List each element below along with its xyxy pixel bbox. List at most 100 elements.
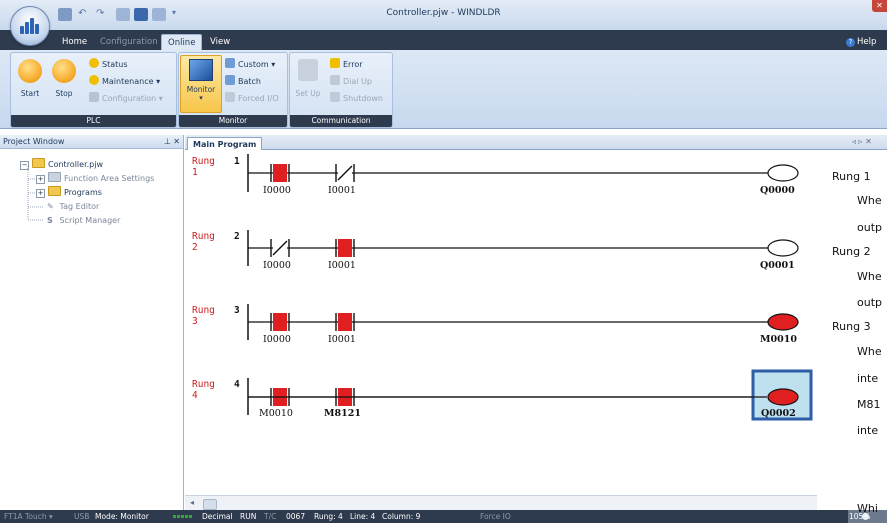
coil	[767, 313, 799, 331]
horizontal-scrollbar[interactable]: ◂	[185, 495, 817, 511]
start-icon	[18, 59, 42, 83]
explanation-line: Whe	[857, 270, 882, 283]
status-label: Status	[102, 60, 128, 69]
tab-home[interactable]: Home	[56, 34, 93, 50]
communication-group: Set Up Error Dial Up Shutdown Communicat…	[289, 52, 393, 128]
wrench-icon	[89, 92, 99, 102]
rung-2-label: Rung 2	[192, 231, 215, 253]
tree-item-script-manager[interactable]: S Script Manager	[47, 214, 120, 227]
monitor-group: Monitor ▾ Custom ▾ Batch Forced I/O Moni…	[178, 52, 288, 128]
operand-label: I0001	[328, 185, 356, 196]
explanation-line: Whi	[857, 502, 878, 515]
stop-label: Stop	[55, 89, 73, 98]
device-selector[interactable]: FT1A Touch ▾	[4, 510, 53, 523]
dial-up-button[interactable]: Dial Up	[330, 75, 372, 89]
count-status: 0067	[286, 512, 306, 521]
window-title: Controller.pjw - WINDLDR	[386, 8, 501, 18]
coil	[767, 164, 799, 182]
maintenance-label: Maintenance	[102, 77, 154, 86]
tree-root-label: Controller.pjw	[48, 160, 104, 169]
tab-online[interactable]: Online	[161, 34, 203, 51]
port-status: USB	[74, 512, 90, 521]
help-icon: ?	[846, 38, 855, 47]
configuration-button[interactable]: Configuration ▾	[89, 92, 163, 106]
tc-status: T/C	[264, 512, 277, 521]
tab-configuration[interactable]: Configuration	[94, 34, 164, 50]
tree-item-label: Script Manager	[59, 216, 121, 225]
column-status: Column: 9	[382, 512, 421, 521]
shutdown-label: Shutdown	[343, 94, 383, 103]
help-menu[interactable]: ?Help ▾	[840, 34, 887, 63]
scroll-thumb[interactable]	[203, 499, 217, 510]
tree-item-label: Programs	[64, 188, 102, 197]
tab-scroll-icons[interactable]: ◃ ▹ ✕	[852, 137, 872, 146]
custom-icon	[225, 58, 235, 68]
tree-item-label: Function Area Settings	[64, 174, 155, 183]
activity-indicator	[173, 515, 193, 518]
close-button[interactable]: ✕	[872, 0, 887, 12]
setup-label: Set Up	[295, 89, 321, 98]
explanation-line: inte	[857, 424, 879, 437]
explanation-line: M81	[857, 398, 881, 411]
line-status: Line: 4	[350, 512, 376, 521]
explanation-line: inte	[857, 372, 879, 385]
shutdown-icon	[330, 92, 340, 102]
tree-lines	[27, 166, 44, 221]
tab-main-program[interactable]: Main Program	[187, 137, 263, 151]
plc-group-label: PLC	[11, 115, 176, 127]
explanation-line: Whe	[857, 194, 882, 207]
operand-label: I0000	[263, 260, 291, 271]
dial-up-label: Dial Up	[343, 77, 372, 86]
maintenance-icon	[89, 75, 99, 85]
coil-label: M0010	[760, 334, 797, 345]
operand-label: I0000	[263, 334, 291, 345]
ladder-editor[interactable]	[185, 150, 817, 495]
explanation-line: Rung 3	[832, 320, 871, 333]
custom-label: Custom	[238, 60, 269, 69]
tab-view[interactable]: View	[204, 34, 236, 50]
communication-group-label: Communication	[290, 115, 392, 127]
operand-label: I0001	[328, 334, 356, 345]
rung-3-label: Rung 3	[192, 305, 215, 327]
explanation-line: outp	[857, 221, 882, 234]
monitor-button[interactable]: Monitor ▾	[180, 55, 222, 113]
rung-3-number: 3	[234, 305, 240, 316]
maintenance-button[interactable]: Maintenance ▾	[89, 75, 160, 89]
monitor-icon	[189, 59, 213, 81]
project-window-header: Project Window ⊥ ✕	[0, 135, 183, 149]
help-label: Help	[857, 37, 877, 47]
operand-label: I0001	[328, 260, 356, 271]
forced-io-icon	[225, 92, 235, 102]
explanation-line: Rung 2	[832, 245, 871, 258]
close-icon[interactable]: ✕	[173, 135, 180, 149]
stop-button[interactable]: Stop	[49, 59, 79, 98]
shutdown-button[interactable]: Shutdown	[330, 92, 383, 106]
rung-1-label: Rung 1	[192, 156, 215, 178]
contact-energized	[338, 313, 352, 331]
run-status: RUN	[240, 512, 257, 521]
status-button[interactable]: Status	[89, 58, 128, 72]
app-logo-icon	[20, 18, 40, 34]
contact-energized	[338, 239, 352, 257]
forced-io-button[interactable]: Forced I/O	[225, 92, 279, 106]
tree-item-tag-editor[interactable]: ✎ Tag Editor	[47, 200, 99, 213]
operand-label: M8121	[324, 408, 361, 419]
monitor-label: Monitor	[186, 85, 216, 94]
project-window-title: Project Window	[3, 137, 65, 146]
pin-icon[interactable]: ⊥	[164, 135, 171, 149]
rung-1-number: 1	[234, 156, 240, 167]
dial-up-icon	[330, 75, 340, 85]
start-button[interactable]: Start	[15, 59, 45, 98]
error-button[interactable]: Error	[330, 58, 363, 72]
app-menu-button[interactable]	[10, 6, 50, 46]
rung-4-number: 4	[234, 379, 240, 390]
scroll-left-icon[interactable]: ◂	[190, 498, 194, 507]
batch-button[interactable]: Batch	[225, 75, 261, 89]
setup-button[interactable]: Set Up	[292, 59, 324, 98]
status-bar: FT1A Touch ▾ USB Mode: Monitor Decimal R…	[0, 510, 887, 523]
format-status: Decimal	[202, 512, 233, 521]
custom-button[interactable]: Custom ▾	[225, 58, 275, 72]
explanation-line: Whe	[857, 345, 882, 358]
batch-label: Batch	[238, 77, 261, 86]
coil-label: Q0002	[761, 408, 796, 419]
